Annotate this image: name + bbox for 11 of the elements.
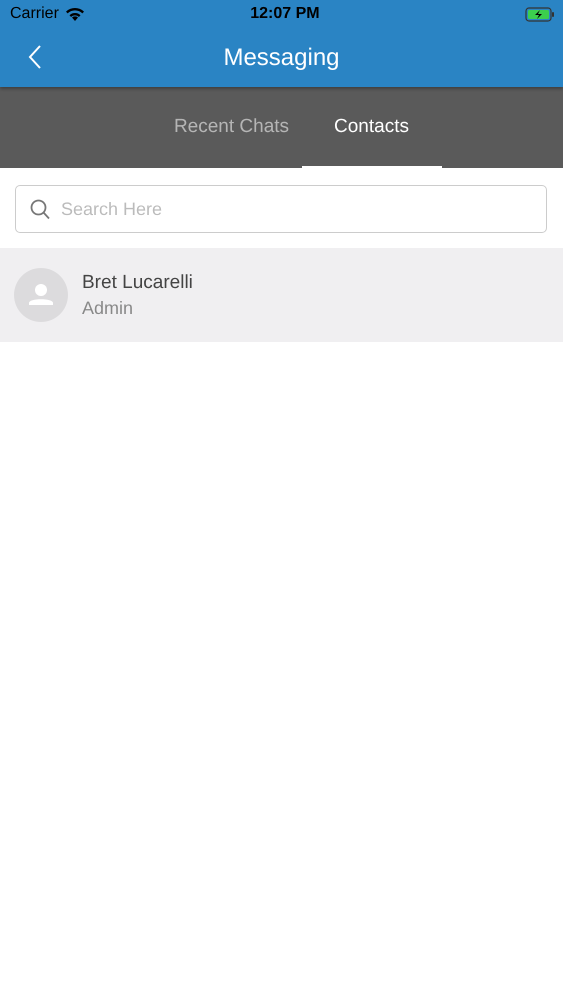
contact-name: Bret Lucarelli (82, 272, 193, 294)
status-time: 12:07 PM (250, 5, 320, 23)
contact-role: Admin (82, 298, 134, 318)
avatar-icon (14, 268, 68, 322)
tab[interactable]: Contacts (302, 87, 442, 168)
carrier-name: Carrier (10, 5, 59, 23)
search-icon (30, 199, 50, 220)
contact-row[interactable]: Bret Lucarelli Admin (0, 248, 563, 342)
header-title: Messaging (223, 44, 340, 72)
search-field[interactable]: Search Here (15, 185, 547, 233)
wifi-icon (64, 6, 85, 22)
